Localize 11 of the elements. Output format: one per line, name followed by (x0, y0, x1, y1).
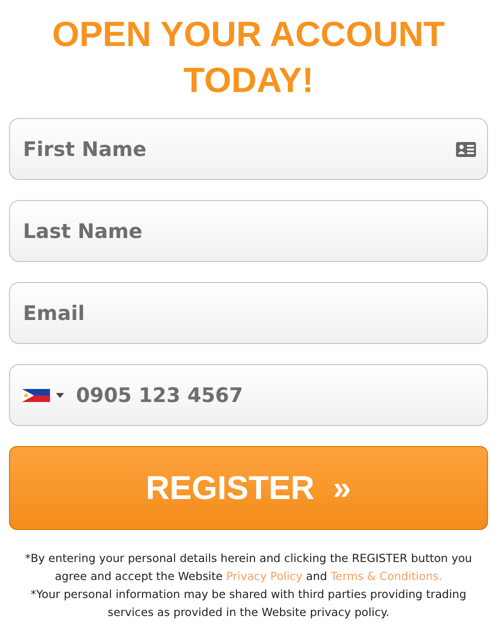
register-button[interactable]: REGISTER » (9, 446, 488, 530)
input-field[interactable]: Last Name (9, 200, 488, 262)
caret-icon (56, 392, 64, 398)
privacy-policy-link[interactable]: Privacy Policy (226, 570, 302, 583)
disclaimer-text: *By entering your personal details herein and clicking the REGISTER button you agree and accept the Website Privacy Policy and Terms & Conditions. (24, 551, 474, 585)
flag-icon (22, 388, 50, 402)
input-field[interactable]: Email (9, 282, 488, 344)
privacy-note: *Your personal information may be shared with third parties providing trading services as provided in the Website privacy policy. (30, 587, 468, 621)
input-field[interactable]: First Name (9, 118, 488, 180)
form-title: OPEN YOUR ACCOUNT TODAY! (51, 14, 446, 102)
terms-link[interactable]: Terms & Conditions. (330, 570, 442, 583)
